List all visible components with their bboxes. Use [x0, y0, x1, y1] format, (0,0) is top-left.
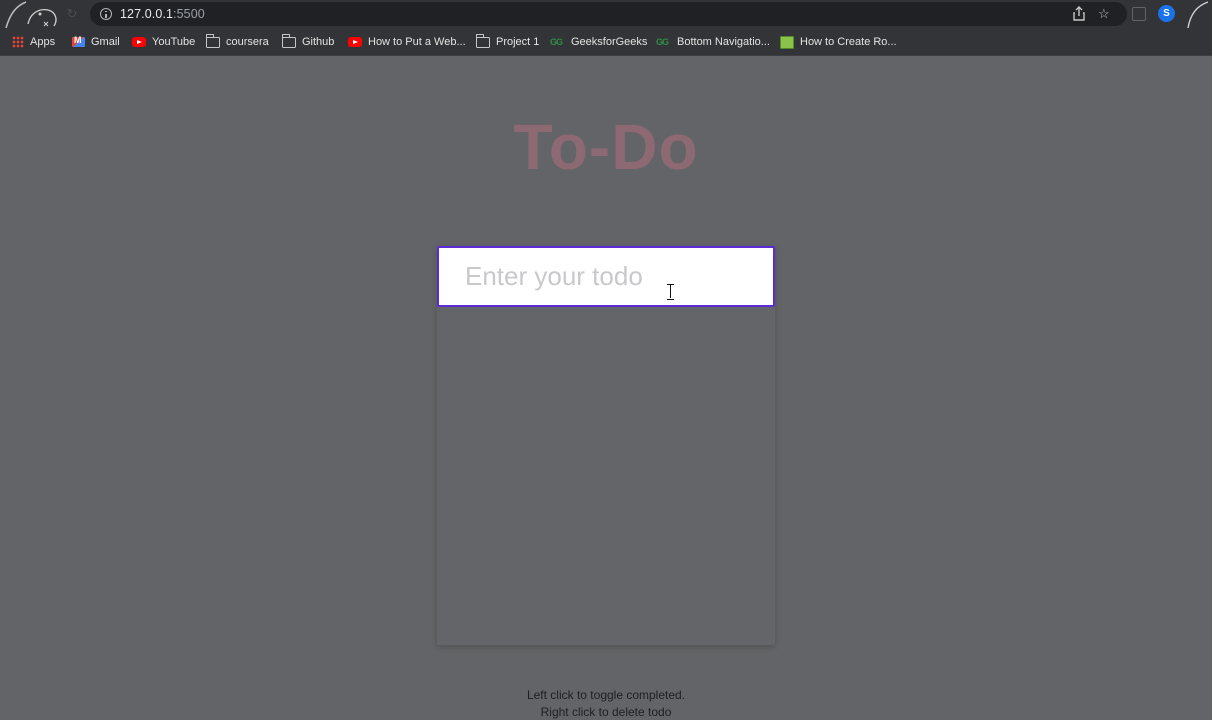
apps-grid-icon	[12, 36, 24, 48]
bookmark-coursera[interactable]: coursera	[205, 28, 269, 56]
bookmark-bottom-navigation[interactable]: GG Bottom Navigatio...	[656, 28, 770, 56]
bookmark-apps[interactable]: Apps	[12, 28, 55, 56]
bookmark-star-icon[interactable]: ☆	[1098, 6, 1110, 22]
bookmark-label: Gmail	[91, 36, 120, 48]
folder-icon	[281, 33, 296, 48]
text-cursor-icon	[666, 284, 675, 300]
bookmark-how-to-create-ro[interactable]: How to Create Ro...	[780, 28, 897, 56]
bookmark-label: Project 1	[496, 36, 540, 48]
bookmark-gmail[interactable]: Gmail	[72, 28, 120, 56]
bookmark-youtube[interactable]: YouTube	[132, 28, 195, 56]
url-host: 127.0.0.1	[120, 7, 174, 21]
extension-icon[interactable]	[1132, 7, 1146, 21]
bookmark-label: How to Create Ro...	[800, 36, 897, 48]
folder-icon	[475, 33, 490, 48]
share-icon[interactable]	[1072, 6, 1086, 22]
browser-toolbar: ↻ 127.0.0.1:5500 ☆ S	[0, 0, 1212, 28]
bookmark-how-to-put-a-web[interactable]: How to Put a Web...	[348, 28, 466, 56]
bookmark-label: How to Put a Web...	[368, 36, 466, 48]
bookmark-label: Bottom Navigatio...	[677, 36, 770, 48]
reload-icon[interactable]: ↻	[64, 6, 80, 22]
gfg-icon: GG	[656, 37, 669, 47]
page-title: To-Do	[513, 111, 699, 183]
instruction-toggle: Left click to toggle completed.	[526, 688, 686, 702]
bookmark-geeksforgeeks[interactable]: GG GeeksforGeeks	[550, 28, 647, 56]
url-text[interactable]: 127.0.0.1:5500	[120, 7, 205, 21]
instructions: Left click to toggle completed. Right cl…	[0, 687, 1212, 720]
theme-decoration-right-icon	[1187, 1, 1209, 28]
image-icon	[780, 35, 794, 49]
bookmark-label: Apps	[30, 36, 56, 48]
profile-avatar[interactable]: S	[1158, 5, 1175, 22]
bookmark-github[interactable]: Github	[281, 28, 335, 56]
youtube-icon	[348, 37, 362, 47]
bookmark-label: Github	[302, 36, 335, 48]
url-port: :5500	[173, 7, 205, 21]
gmail-icon	[72, 35, 85, 47]
youtube-icon	[132, 37, 146, 47]
folder-icon	[205, 33, 220, 48]
bookmark-project-1[interactable]: Project 1	[475, 28, 540, 56]
theme-decoration-icon	[5, 1, 57, 28]
bookmark-label: GeeksforGeeks	[571, 36, 648, 48]
bookmarks-bar: Apps Gmail YouTube coursera Github How t…	[0, 28, 1212, 56]
bookmark-label: YouTube	[152, 36, 196, 48]
gfg-icon: GG	[550, 37, 563, 47]
address-bar[interactable]: 127.0.0.1:5500	[90, 2, 1127, 26]
bookmark-label: coursera	[226, 36, 269, 48]
instruction-delete: Right click to delete todo	[540, 705, 672, 719]
site-info-icon[interactable]	[100, 8, 112, 20]
todo-input[interactable]	[437, 246, 775, 307]
